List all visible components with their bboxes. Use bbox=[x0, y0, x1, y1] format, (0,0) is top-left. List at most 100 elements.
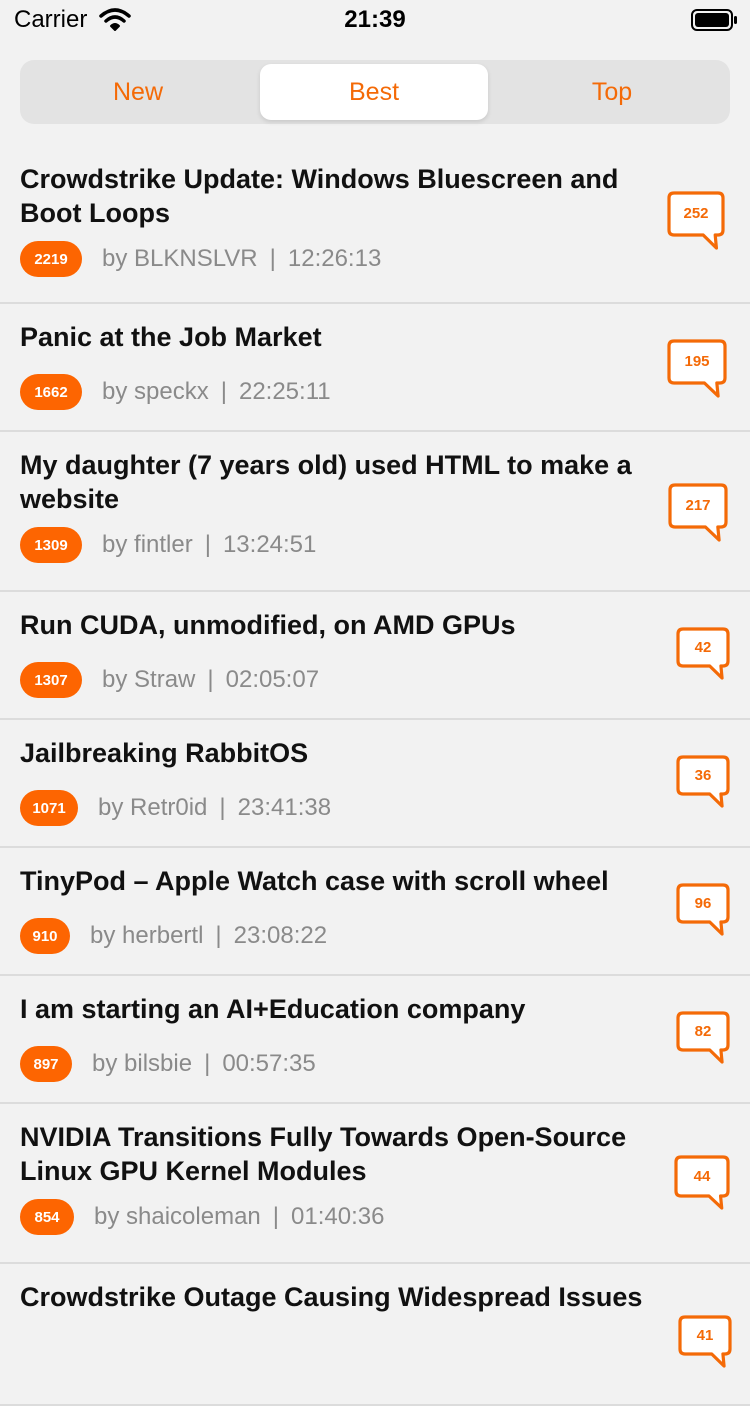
story-meta: 1071 by Retr0id | 23:41:38 bbox=[20, 790, 331, 826]
tab-new[interactable]: New bbox=[24, 64, 252, 120]
story-row[interactable]: My daughter (7 years old) used HTML to m… bbox=[0, 432, 750, 592]
comment-count: 252 bbox=[683, 205, 709, 222]
battery-icon bbox=[691, 9, 737, 31]
story-row[interactable]: I am starting an AI+Education company 897… bbox=[0, 976, 750, 1104]
comment-count: 96 bbox=[694, 895, 712, 912]
comments-button[interactable]: 42 bbox=[675, 626, 731, 682]
story-title[interactable]: Crowdstrike Update: Windows Bluescreen a… bbox=[20, 162, 665, 230]
clock: 21:39 bbox=[344, 6, 406, 33]
story-meta: 1309 by fintler | 13:24:51 bbox=[20, 527, 316, 563]
by-label: by bbox=[102, 531, 128, 558]
comment-count: 195 bbox=[684, 353, 710, 370]
comment-count: 36 bbox=[694, 767, 712, 784]
byline: by BLKNSLVR | 12:26:13 bbox=[102, 245, 381, 273]
tab-best[interactable]: Best bbox=[260, 64, 488, 120]
story-meta: 1307 by Straw | 02:05:07 bbox=[20, 662, 319, 698]
timestamp: 23:08:22 bbox=[233, 922, 328, 949]
story-row[interactable]: Run CUDA, unmodified, on AMD GPUs 1307 by … bbox=[0, 592, 750, 720]
story-title[interactable]: Panic at the Job Market bbox=[20, 320, 665, 354]
by-label: by bbox=[90, 922, 116, 949]
comment-count: 41 bbox=[696, 1327, 714, 1344]
byline: by herbertl | 23:08:22 bbox=[90, 922, 327, 950]
by-label: by bbox=[102, 666, 128, 693]
author[interactable]: fintler bbox=[134, 531, 193, 558]
comments-button[interactable]: 36 bbox=[675, 754, 731, 810]
timestamp: 22:25:11 bbox=[238, 378, 331, 405]
byline: by speckx | 22:25:11 bbox=[102, 378, 331, 406]
comments-button[interactable]: 41 bbox=[677, 1314, 733, 1370]
comments-button[interactable]: 195 bbox=[666, 338, 728, 400]
comment-count: 82 bbox=[694, 1023, 712, 1040]
byline: by Straw | 02:05:07 bbox=[102, 666, 319, 694]
tab-top[interactable]: Top bbox=[498, 64, 726, 120]
separator: | bbox=[215, 922, 222, 949]
separator: | bbox=[207, 666, 214, 693]
points-badge: 1309 bbox=[20, 527, 82, 563]
story-row[interactable]: Jailbreaking RabbitOS 1071 by Retr0id | 23:4… bbox=[0, 720, 750, 848]
author[interactable]: Straw bbox=[134, 666, 195, 693]
story-row[interactable]: Panic at the Job Market 1662 by speckx | 22:… bbox=[0, 304, 750, 432]
comment-count: 217 bbox=[685, 497, 711, 514]
feed-segmented-control: New Best Top bbox=[20, 60, 730, 124]
timestamp: 12:26:13 bbox=[287, 245, 382, 272]
author[interactable]: bilsbie bbox=[124, 1050, 192, 1077]
author[interactable]: BLKNSLVR bbox=[134, 245, 258, 272]
author[interactable]: shaicoleman bbox=[126, 1203, 261, 1230]
story-title[interactable]: My daughter (7 years old) used HTML to m… bbox=[20, 448, 665, 516]
points-badge: 1307 bbox=[20, 662, 82, 698]
story-list: Crowdstrike Update: Windows Bluescreen a… bbox=[0, 146, 750, 1406]
story-title[interactable]: Run CUDA, unmodified, on AMD GPUs bbox=[20, 608, 665, 642]
comments-button[interactable]: 252 bbox=[666, 190, 726, 252]
story-title[interactable]: I am starting an AI+Education company bbox=[20, 992, 665, 1026]
story-meta: 897 by bilsbie | 00:57:35 bbox=[20, 1046, 316, 1082]
timestamp: 00:57:35 bbox=[222, 1050, 316, 1077]
timestamp: 23:41:38 bbox=[237, 794, 332, 821]
separator: | bbox=[220, 378, 227, 405]
story-meta: 854 by shaicoleman | 01:40:36 bbox=[20, 1199, 384, 1235]
author[interactable]: Retr0id bbox=[130, 794, 207, 821]
points-badge: 1071 bbox=[20, 790, 78, 826]
timestamp: 13:24:51 bbox=[222, 531, 317, 558]
story-title[interactable]: NVIDIA Transitions Fully Towards Open-So… bbox=[20, 1120, 665, 1188]
story-title[interactable]: Crowdstrike Outage Causing Widespread Is… bbox=[20, 1280, 665, 1314]
comment-count: 44 bbox=[693, 1168, 711, 1185]
points-badge: 897 bbox=[20, 1046, 72, 1082]
comments-button[interactable]: 96 bbox=[675, 882, 731, 938]
comments-button[interactable]: 44 bbox=[673, 1154, 731, 1212]
by-label: by bbox=[98, 794, 124, 821]
separator: | bbox=[219, 794, 226, 821]
by-label: by bbox=[94, 1203, 120, 1230]
by-label: by bbox=[102, 378, 128, 405]
story-row[interactable]: NVIDIA Transitions Fully Towards Open-So… bbox=[0, 1104, 750, 1264]
comments-button[interactable]: 82 bbox=[675, 1010, 731, 1066]
story-meta: 2219 by BLKNSLVR | 12:26:13 bbox=[20, 241, 381, 277]
timestamp: 02:05:07 bbox=[225, 666, 320, 693]
separator: | bbox=[204, 1050, 211, 1077]
byline: by shaicoleman | 01:40:36 bbox=[94, 1203, 384, 1231]
points-badge: 910 bbox=[20, 918, 70, 954]
comments-button[interactable]: 217 bbox=[667, 482, 729, 544]
points-badge: 1662 bbox=[20, 374, 82, 410]
author[interactable]: herbertl bbox=[122, 922, 203, 949]
comment-count: 42 bbox=[694, 639, 712, 656]
separator: | bbox=[269, 245, 276, 272]
separator: | bbox=[272, 1203, 280, 1230]
timestamp: 01:40:36 bbox=[291, 1203, 385, 1230]
story-row[interactable]: Crowdstrike Outage Causing Widespread Is… bbox=[0, 1264, 750, 1406]
separator: | bbox=[204, 531, 211, 558]
story-title[interactable]: TinyPod – Apple Watch case with scroll w… bbox=[20, 864, 665, 898]
author[interactable]: speckx bbox=[134, 378, 209, 405]
by-label: by bbox=[102, 245, 128, 272]
story-meta: 910 by herbertl | 23:08:22 bbox=[20, 918, 327, 954]
points-badge: 854 bbox=[20, 1199, 74, 1235]
story-row[interactable]: TinyPod – Apple Watch case with scroll w… bbox=[0, 848, 750, 976]
byline: by fintler | 13:24:51 bbox=[102, 531, 316, 559]
story-meta: 1662 by speckx | 22:25:11 bbox=[20, 374, 331, 410]
by-label: by bbox=[92, 1050, 118, 1077]
byline: by bilsbie | 00:57:35 bbox=[92, 1050, 316, 1078]
story-title[interactable]: Jailbreaking RabbitOS bbox=[20, 736, 665, 770]
story-row[interactable]: Crowdstrike Update: Windows Bluescreen a… bbox=[0, 146, 750, 304]
points-badge: 2219 bbox=[20, 241, 82, 277]
status-bar: Carrier 21:39 bbox=[0, 0, 750, 44]
byline: by Retr0id | 23:41:38 bbox=[98, 794, 331, 822]
